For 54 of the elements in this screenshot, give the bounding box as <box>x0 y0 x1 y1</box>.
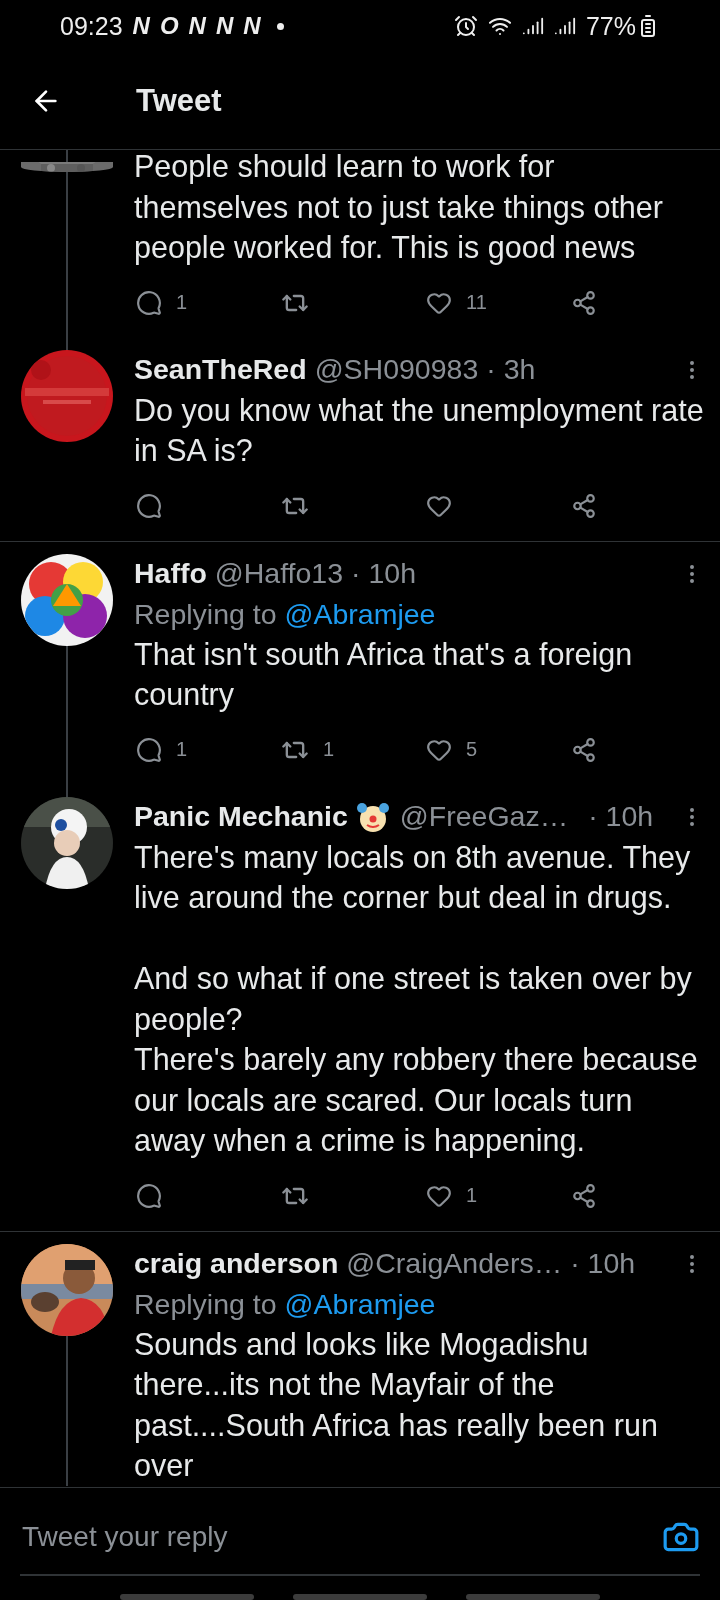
reply-icon <box>136 289 162 316</box>
notification-icon: N <box>215 12 234 40</box>
clock-time: 09:23 <box>60 11 123 41</box>
user-name: Panic Mechanic <box>134 800 348 833</box>
tweet-text: There's many locals on 8th avenue. They live around the corner but deal in drugs. And so what if one street is taken over by people? There's barely any robbery there because our locals are scared. Our locals turn away when a crime is happening. <box>134 838 699 1160</box>
user-handle: @FreeGaz… <box>399 800 569 833</box>
notification-icon: N <box>188 12 206 40</box>
tweet-text: Sounds and looks like Mogadishu there...its not the Mayfair of the past....South Africa has really been run over <box>134 1325 659 1484</box>
user-name: SeanTheRed <box>134 353 307 386</box>
more-notifications-icon <box>276 22 284 30</box>
signal-icon <box>521 15 544 37</box>
share-button[interactable] <box>571 736 597 763</box>
notification-icon: N <box>132 12 150 40</box>
reply-icon <box>136 736 162 763</box>
user-handle: @SH090983 <box>314 353 479 386</box>
reply-button[interactable] <box>136 492 162 519</box>
tweet-time: · 10h <box>570 1247 636 1280</box>
reply-icon <box>136 492 162 519</box>
tweet-time: · 10h <box>351 557 417 590</box>
notification-icon: N <box>243 12 261 40</box>
tweet-text: People should learn to work for themselves not to just take things other people worked for. This is good news <box>134 150 664 267</box>
user-name: Haffo <box>134 557 207 590</box>
reply-button[interactable]: 1 <box>136 736 188 763</box>
user-name: craig anderson <box>134 1247 339 1280</box>
share-icon <box>571 1182 597 1209</box>
tweet-text: That isn't south Africa that's a foreign country <box>134 635 634 714</box>
like-button[interactable]: 11 <box>426 289 487 316</box>
page-title: Tweet <box>136 82 222 119</box>
alarm-icon <box>453 14 478 38</box>
tweet-time: · 10h <box>588 800 654 833</box>
retweet-button[interactable]: 1 <box>281 735 335 764</box>
like-button[interactable]: 5 <box>426 736 478 763</box>
tweet-text: Do you know what the unemployment rate in SA is? <box>134 391 704 469</box>
share-button[interactable] <box>571 492 597 519</box>
replying-to-text: Replying to @Abramjee <box>134 1286 437 1322</box>
share-icon <box>571 492 597 519</box>
like-button[interactable]: 1 <box>426 1182 478 1209</box>
share-button[interactable] <box>571 1182 597 1209</box>
share-icon <box>571 289 597 316</box>
mention-link[interactable]: @Abramjee <box>284 1287 436 1320</box>
replying-to-text: Replying to @Abramjee <box>134 596 437 632</box>
share-button[interactable] <box>571 289 597 316</box>
reply-button[interactable]: 1 <box>136 289 188 316</box>
signal-icon <box>553 15 576 37</box>
mention-link[interactable]: @Abramjee <box>284 597 436 630</box>
reply-icon <box>136 1182 162 1209</box>
share-icon <box>571 736 597 763</box>
notification-icon: O <box>159 12 179 40</box>
battery-percent: 77% <box>585 11 636 41</box>
user-handle: @Haffo13 <box>214 557 344 590</box>
reply-button[interactable] <box>136 1182 162 1209</box>
reply-field[interactable]: Tweet your reply <box>20 1520 662 1554</box>
user-handle: @CraigAnders… <box>346 1247 563 1280</box>
tweet-time: · 3h <box>486 353 536 386</box>
